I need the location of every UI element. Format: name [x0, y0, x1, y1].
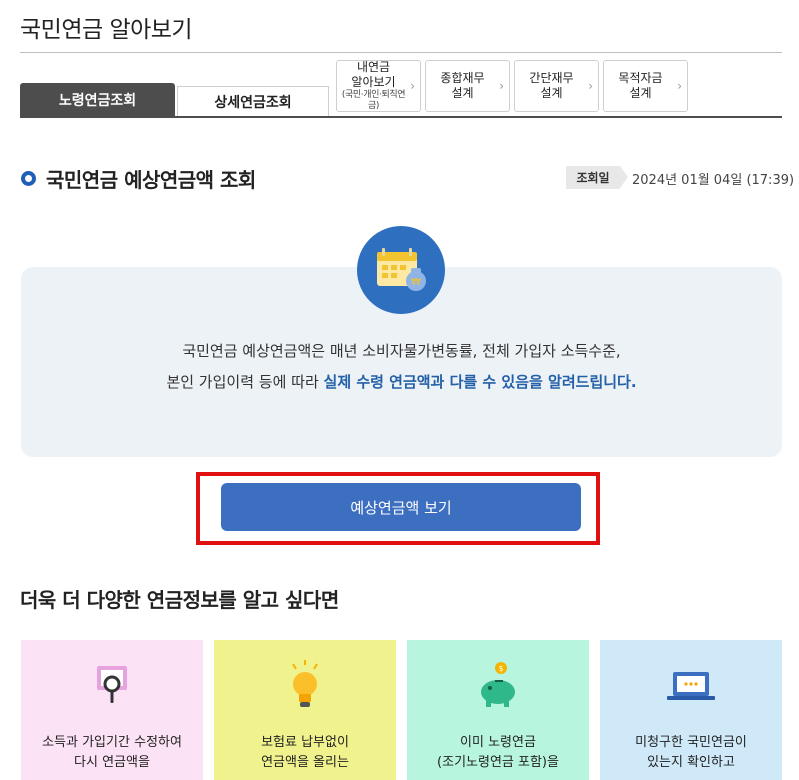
card-raise-pension-line1: 보험료 납부없이: [261, 735, 349, 750]
card-already-receiving-text: 이미 노령연금 (조기노령연금 포함)을: [407, 733, 589, 773]
tab-simple-finance-line2: 설계: [540, 86, 563, 100]
search-monitor-icon: [82, 660, 142, 710]
chevron-right-icon: ›: [410, 79, 415, 93]
tab-old-age-pension[interactable]: 노령연금조회: [20, 83, 175, 117]
card-unclaimed-pension-line2: 있는지 확인하고: [647, 755, 735, 770]
tab-comprehensive-finance-line1: 종합재무: [440, 71, 485, 85]
info-text-prefix: 본인 가입이력 등에 따라: [166, 373, 324, 391]
chevron-right-icon: ›: [677, 79, 682, 93]
card-unclaimed-pension-line1: 미청구한 국민연금이: [635, 735, 747, 750]
piggy-bank-icon: $: [468, 660, 528, 710]
chevron-right-icon: ›: [588, 79, 593, 93]
card-raise-pension-text: 보험료 납부없이 연금액을 올리는: [214, 733, 396, 773]
lightbulb-icon: [275, 660, 335, 710]
tab-purpose-fund-line1: 목적자금: [618, 71, 663, 85]
tab-comprehensive-finance[interactable]: 종합재무 설계 ›: [425, 60, 510, 112]
tab-purpose-fund[interactable]: 목적자금 설계 ›: [603, 60, 688, 112]
laptop-icon: [661, 660, 721, 710]
tab-comprehensive-finance-line2: 설계: [451, 86, 474, 100]
tab-detailed-pension[interactable]: 상세연금조회: [177, 86, 329, 117]
title-divider: [20, 52, 782, 53]
page-title: 국민연금 알아보기: [20, 17, 193, 43]
chevron-right-icon: ›: [499, 79, 504, 93]
tab-my-pension[interactable]: 내연금 알아보기 (국민·개인·퇴직연금) ›: [336, 60, 421, 112]
calendar-money-icon: ₩: [357, 226, 445, 314]
card-already-receiving[interactable]: $ 이미 노령연금 (조기노령연금 포함)을: [407, 640, 589, 780]
card-unclaimed-pension-text: 미청구한 국민연금이 있는지 확인하고: [600, 733, 782, 773]
card-already-receiving-line1: 이미 노령연금: [460, 735, 536, 750]
tab-purpose-fund-line2: 설계: [629, 86, 652, 100]
info-text-highlight: 실제 수령 연금액과 다를 수 있음을 알려드립니다.: [323, 373, 637, 391]
bullet-circle-icon: [21, 171, 36, 186]
query-date: 2024년 01월 04일 (17:39): [632, 173, 795, 188]
tab-my-pension-line2: 알아보기: [351, 74, 396, 89]
info-text-line2: 본인 가입이력 등에 따라 실제 수령 연금액과 다를 수 있음을 알려드립니다…: [21, 371, 782, 392]
tab-my-pension-note: (국민·개인·퇴직연금): [341, 89, 406, 111]
more-info-title: 더욱 더 다양한 연금정보를 알고 싶다면: [20, 588, 339, 612]
date-label-badge: 조회일: [566, 166, 628, 189]
tab-my-pension-line1: 내연금: [356, 59, 391, 74]
tab-simple-finance[interactable]: 간단재무 설계 ›: [514, 60, 599, 112]
card-modify-income-line1: 소득과 가입기간 수정하여: [42, 735, 182, 750]
card-modify-income[interactable]: 소득과 가입기간 수정하여 다시 연금액을: [21, 640, 203, 780]
tab-simple-finance-line1: 간단재무: [529, 71, 574, 85]
card-raise-pension-line2: 연금액을 올리는: [261, 755, 349, 770]
card-raise-pension[interactable]: 보험료 납부없이 연금액을 올리는: [214, 640, 396, 780]
card-modify-income-text: 소득과 가입기간 수정하여 다시 연금액을: [21, 733, 203, 773]
info-text-line1: 국민연금 예상연금액은 매년 소비자물가변동률, 전체 가입자 소득수준,: [182, 342, 621, 360]
svg-text:₩: ₩: [411, 277, 421, 288]
section-title: 국민연금 예상연금액 조회: [46, 168, 256, 192]
tab-underline: [20, 116, 782, 118]
view-estimated-pension-button[interactable]: 예상연금액 보기: [221, 483, 581, 531]
card-unclaimed-pension[interactable]: 미청구한 국민연금이 있는지 확인하고: [600, 640, 782, 780]
svg-text:$: $: [498, 664, 503, 673]
card-modify-income-line2: 다시 연금액을: [74, 755, 150, 770]
card-already-receiving-line2: (조기노령연금 포함)을: [437, 755, 559, 770]
